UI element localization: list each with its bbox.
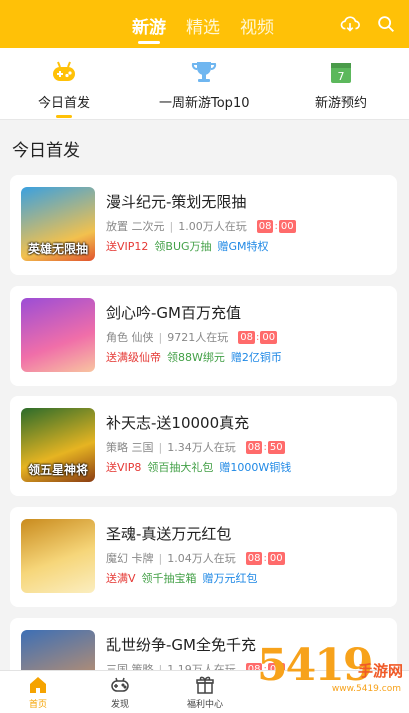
quick-nav-weekly-top10[interactable]: 一周新游Top10 — [159, 58, 249, 111]
game-title: 剑心吟-GM百万充值 — [106, 304, 241, 322]
launch-minute: 00 — [278, 219, 296, 233]
game-thumbnail — [21, 298, 95, 372]
game-genre: 放置 二次元 — [106, 220, 165, 233]
tag-vip: 送VIP12 — [106, 240, 149, 253]
tag-gift: 领百抽大礼包 — [147, 461, 214, 474]
tab-featured[interactable]: 精选 — [186, 13, 220, 38]
quick-nav: 今日首发 一周新游Top10 7 新游预约 — [0, 48, 409, 120]
bottom-nav-discover[interactable]: 发现 — [90, 675, 150, 710]
game-tags: 送满V 领千抽宝箱 赠万元红包 — [106, 570, 258, 586]
quick-nav-label: 一周新游Top10 — [159, 96, 250, 111]
quick-nav-label: 今日首发 — [38, 96, 91, 111]
game-tags: 送满级仙帝 领88W绑元 赠2亿铜币 — [106, 349, 282, 365]
tag-vip: 送满级仙帝 — [106, 351, 161, 364]
gamepad-icon — [38, 58, 90, 86]
tag-gift: 领BUG万抽 — [154, 240, 212, 253]
launch-minute: 00 — [260, 330, 278, 344]
thumbnail-caption: 领五星神将 — [27, 463, 88, 477]
game-title: 补天志-送10000真充 — [106, 414, 250, 432]
top-tabs: 新游 精选 视频 — [132, 13, 274, 44]
launch-minute: 50 — [267, 440, 285, 454]
game-meta: 角色 仙侠 | 9721人在玩 08:00 — [106, 330, 278, 344]
tag-bonus: 赠1000W铜钱 — [219, 461, 292, 474]
game-players: 1.00万人在玩 — [178, 220, 247, 233]
tag-bonus: 赠GM特权 — [217, 240, 269, 253]
cloud-download-icon[interactable] — [339, 13, 361, 35]
game-title: 圣魂-真送万元红包 — [106, 525, 232, 543]
launch-time: 08:50 — [245, 440, 285, 454]
game-meta: 策略 三国 | 1.34万人在玩 08:50 — [106, 440, 285, 454]
home-icon — [8, 675, 68, 695]
quick-nav-new-game-booking[interactable]: 7 新游预约 — [315, 58, 367, 111]
bottom-nav-home[interactable]: 首页 — [8, 675, 68, 710]
game-thumbnail: 英雄无限抽 — [21, 187, 95, 261]
controller-icon — [90, 675, 150, 695]
launch-hour: 08 — [238, 330, 255, 344]
watermark-site-name: 手游网 — [357, 662, 403, 680]
trophy-icon — [159, 58, 249, 86]
tag-gift: 领千抽宝箱 — [141, 572, 197, 585]
bottom-nav-label: 福利中心 — [186, 700, 223, 710]
search-icon[interactable] — [375, 13, 397, 35]
tab-videos[interactable]: 视频 — [240, 13, 274, 38]
game-title: 乱世纷争-GM全免千充 — [106, 636, 256, 654]
game-players: 1.34万人在玩 — [167, 441, 236, 454]
bottom-nav-welfare-center[interactable]: 福利中心 — [175, 675, 235, 710]
game-meta: 放置 二次元 | 1.00万人在玩 08:00 — [106, 219, 296, 233]
tag-bonus: 赠2亿铜币 — [230, 351, 282, 364]
game-genre: 魔幻 卡牌 — [106, 552, 154, 565]
launch-hour: 08 — [245, 551, 263, 565]
game-genre: 角色 仙侠 — [106, 331, 154, 344]
tag-vip: 送满V — [106, 572, 136, 585]
top-bar: 新游 精选 视频 — [0, 0, 409, 48]
thumbnail-caption: 英雄无限抽 — [27, 242, 88, 256]
game-tags: 送VIP12 领BUG万抽 赠GM特权 — [106, 238, 269, 254]
launch-hour: 08 — [245, 440, 263, 454]
bottom-nav-label: 发现 — [110, 700, 129, 710]
game-players: 1.04万人在玩 — [167, 552, 236, 565]
launch-time: 08:00 — [238, 330, 278, 344]
calendar-day-badge: 7 — [338, 70, 345, 83]
tag-vip: 送VIP8 — [106, 461, 142, 474]
game-card[interactable]: 英雄无限抽 漫斗纪元-策划无限抽 放置 二次元 | 1.00万人在玩 08:00… — [10, 175, 397, 275]
tab-new-games[interactable]: 新游 — [132, 13, 166, 44]
game-title: 漫斗纪元-策划无限抽 — [106, 193, 247, 211]
quick-nav-today-launch[interactable]: 今日首发 — [38, 58, 90, 118]
game-card[interactable]: 剑心吟-GM百万充值 角色 仙侠 | 9721人在玩 08:00 送满级仙帝 领… — [10, 286, 397, 386]
game-thumbnail: 领五星神将 — [21, 408, 95, 482]
section-title: 今日首发 — [12, 141, 80, 161]
launch-hour: 08 — [256, 219, 274, 233]
gift-icon — [175, 675, 235, 695]
game-tags: 送VIP8 领百抽大礼包 赠1000W铜钱 — [106, 459, 291, 475]
quick-nav-label: 新游预约 — [315, 96, 368, 111]
site-watermark: 5419 手游网 www.5419.com — [255, 640, 405, 710]
tag-gift: 领88W绑元 — [167, 351, 225, 364]
game-genre: 策略 三国 — [106, 441, 154, 454]
launch-time: 08:00 — [256, 219, 296, 233]
game-thumbnail — [21, 519, 95, 593]
watermark-url: www.5419.com — [331, 684, 401, 694]
launch-minute: 00 — [267, 551, 285, 565]
game-card[interactable]: 领五星神将 补天志-送10000真充 策略 三国 | 1.34万人在玩 08:5… — [10, 396, 397, 496]
game-players: 9721人在玩 — [167, 331, 229, 344]
game-card[interactable]: 圣魂-真送万元红包 魔幻 卡牌 | 1.04万人在玩 08:00 送满V 领千抽… — [10, 507, 397, 607]
game-meta: 魔幻 卡牌 | 1.04万人在玩 08:00 — [106, 551, 285, 565]
tag-bonus: 赠万元红包 — [202, 572, 258, 585]
bottom-nav-label: 首页 — [28, 700, 47, 710]
launch-time: 08:00 — [245, 551, 285, 565]
calendar-icon: 7 — [315, 58, 367, 86]
